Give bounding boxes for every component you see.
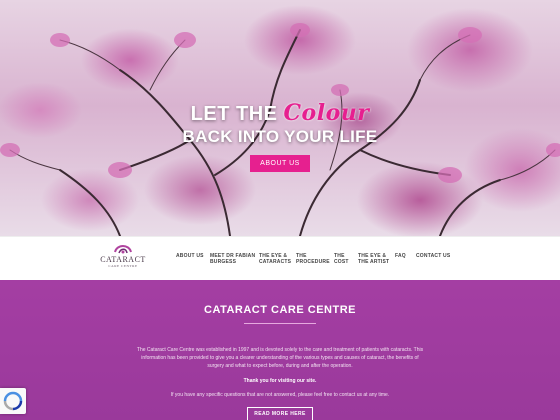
hero-title-line1: LET THE Colour — [0, 100, 560, 126]
nav-label: THE ARTIST — [358, 259, 390, 265]
nav-meet-dr-fabian-burgess[interactable]: MEET DR FABIAN BURGESS — [210, 253, 255, 265]
hero-title-prefix: LET THE — [190, 103, 284, 125]
cataract-logo-icon — [114, 245, 132, 254]
contact-prompt-text: If you have any specific questions that … — [170, 392, 390, 398]
nav-faq[interactable]: FAQ — [395, 253, 406, 259]
nav-about-us[interactable]: ABOUT US — [176, 253, 204, 259]
thank-you-text: Thank you for visiting our site. — [243, 378, 317, 384]
nav-contact-us[interactable]: CONTACT US — [416, 253, 450, 259]
recaptcha-icon — [3, 391, 23, 411]
intro-section: CATARACT CARE CENTRE The Cataract Care C… — [0, 280, 560, 420]
hero-title-script: Colour — [283, 100, 370, 126]
intro-paragraph: The Cataract Care Centre was established… — [136, 347, 424, 369]
recaptcha-badge[interactable] — [0, 388, 26, 414]
nav-label: ABOUT US — [176, 253, 204, 259]
logo-title: CATARACT — [100, 255, 146, 264]
section-title: CATARACT CARE CENTRE — [204, 304, 356, 316]
nav-label: CONTACT US — [416, 253, 451, 259]
about-us-button[interactable]: ABOUT US — [250, 155, 310, 172]
nav-the-eye-the-artist[interactable]: THE EYE & THE ARTIST — [358, 253, 389, 265]
nav-the-cost[interactable]: THE COST — [334, 253, 349, 265]
title-divider — [244, 323, 316, 324]
hero-headline: LET THE Colour BACK INTO YOUR LIFE ABOUT… — [0, 100, 560, 172]
nav-the-procedure[interactable]: THE PROCEDURE — [296, 253, 330, 265]
hero-banner: LET THE Colour BACK INTO YOUR LIFE ABOUT… — [0, 0, 560, 236]
nav-label: BURGESS — [210, 259, 237, 265]
hero-title-line2: BACK INTO YOUR LIFE — [182, 127, 378, 146]
nav-label: COST — [334, 259, 349, 265]
main-navigation: CATARACT CARE CENTRE ABOUT US MEET DR FA… — [0, 236, 560, 280]
read-more-button[interactable]: READ MORE HERE — [247, 407, 313, 420]
nav-label: CATARACTS — [259, 259, 292, 265]
site-logo[interactable]: CATARACT CARE CENTRE — [97, 242, 149, 276]
nav-label: PROCEDURE — [296, 259, 330, 265]
nav-label: FAQ — [395, 253, 406, 259]
logo-subtitle: CARE CENTRE — [108, 264, 138, 268]
nav-the-eye-cataracts[interactable]: THE EYE & CATARACTS — [259, 253, 291, 265]
